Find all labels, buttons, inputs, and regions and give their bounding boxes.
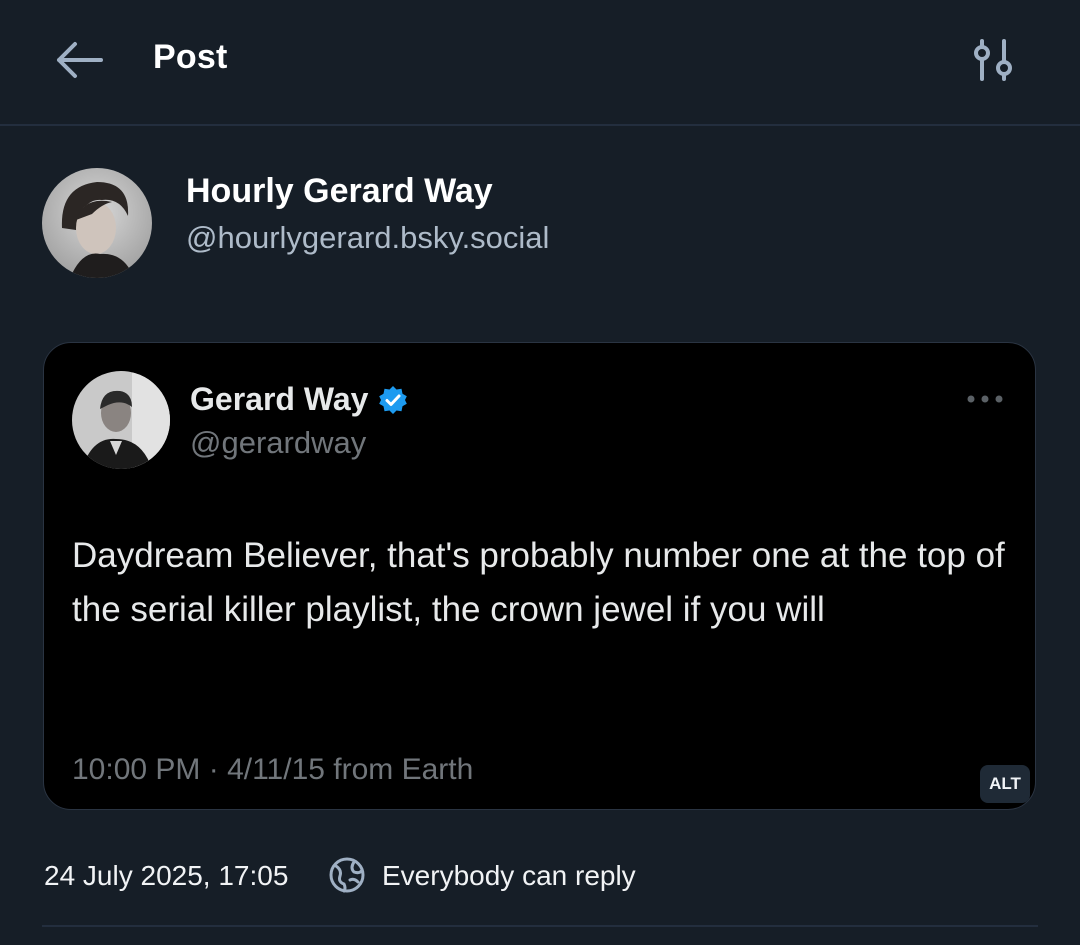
globe-icon [328,856,366,894]
tweet-author-name: Gerard Way [190,381,408,418]
divider [42,925,1038,927]
author-handle[interactable]: @hourlygerard.bsky.social [186,220,549,256]
tweet-author-handle: @gerardway [190,425,367,460]
tweet-text: Daydream Believer, that's probably numbe… [72,536,1005,629]
tweet-author-name-text: Gerard Way [190,381,369,417]
reply-settings-link[interactable]: Everybody can reply [382,860,636,892]
top-bar: Post [0,0,1080,126]
embedded-image[interactable]: Gerard Way @gerardway Daydream Believer,… [43,342,1036,810]
sliders-icon [974,39,1012,81]
tweet-avatar [72,371,170,469]
author-avatar[interactable] [42,168,152,278]
thread-settings-button[interactable] [962,32,1026,88]
post-timestamp: 24 July 2025, 17:05 [44,860,289,891]
arrow-left-icon [57,42,103,78]
more-icon [965,389,1005,409]
tweet-timestamp: 10:00 PM · 4/11/15 from Earth [72,753,474,786]
verified-badge-icon [378,385,408,415]
back-button[interactable] [48,34,110,86]
page-title: Post [153,38,228,76]
alt-text-button[interactable]: ALT [980,765,1030,803]
author-display-name[interactable]: Hourly Gerard Way [186,172,493,211]
